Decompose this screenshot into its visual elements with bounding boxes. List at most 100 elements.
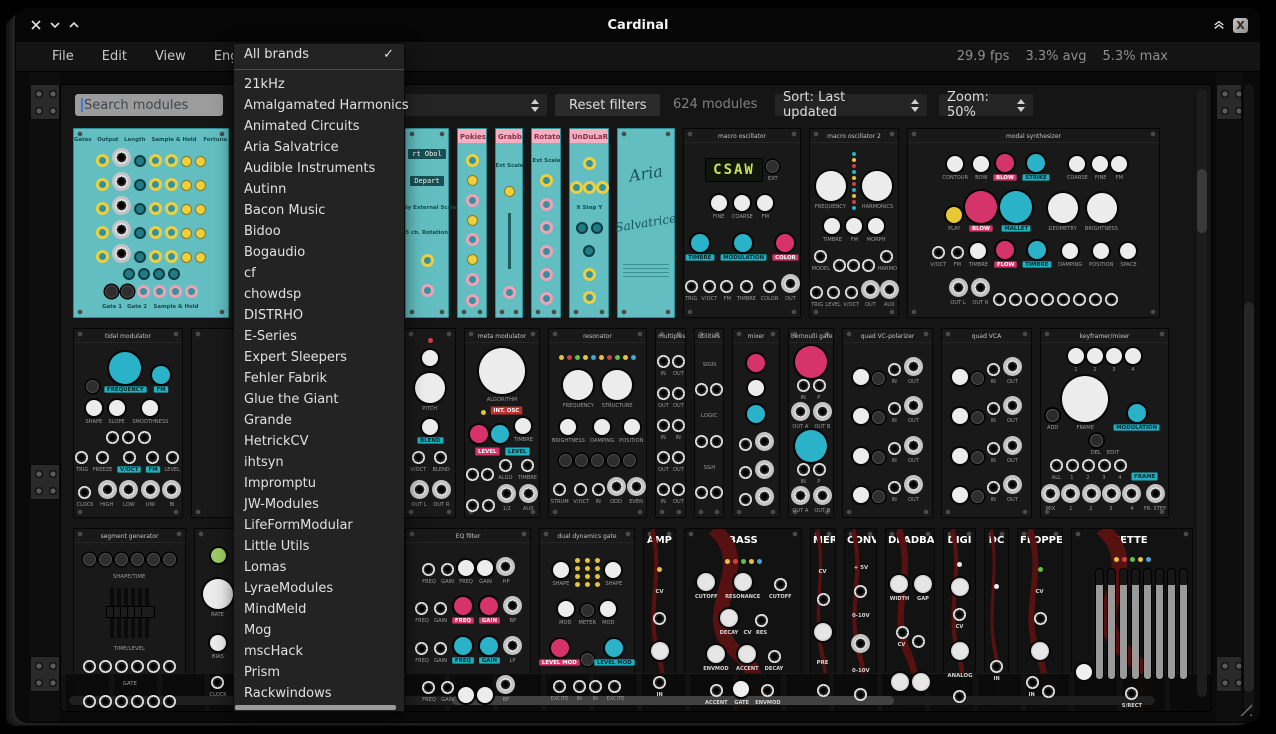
module-card-multiples[interactable]: multiplesINOUTOUTOUTININOUTOUTINOUT [655,328,686,518]
jack: IN [888,481,901,503]
jack [851,634,870,653]
module-card-utilities[interactable]: utilitiesSIGNLOGICS&H [694,328,724,518]
module-card-amp[interactable]: AMPCVIN [643,528,676,712]
brand-menu-item[interactable]: LyraeModules [234,578,404,599]
knob: WIDTH [888,575,911,602]
brand-menu-item[interactable]: Aria Salvatrice [234,137,404,158]
brand-menu-item[interactable]: Bacon Music [234,200,404,221]
module-card-bass[interactable]: BASSCUTOFFRESONANCECUTOFFDECAYCVRESENVMO… [684,528,802,712]
brand-menu-item[interactable]: LifeFormModular [234,515,404,536]
module-card-resonator[interactable]: resonatorFREQUENCYSTRUCTUREBRIGHTNESSDAM… [548,328,647,518]
brand-menu-item[interactable]: HetrickCV [234,431,404,452]
brand-menu-item[interactable]: Expert Sleepers [234,347,404,368]
browser-vertical-scrollbar[interactable] [1197,89,1207,697]
module-card-pokies[interactable]: Pokies [457,128,487,318]
brand-menu-item[interactable]: ihtsyn [234,452,404,473]
brand-menu-item[interactable]: Mog [234,620,404,641]
brand-menu-item[interactable]: Fehler Fabrik [234,368,404,389]
jack: OUT [904,436,923,464]
module-card-mixer[interactable]: mixer [732,328,780,518]
search-input[interactable]: Search modules [75,94,223,116]
module-card-macro-oscillator[interactable]: macro oscillatorCSAWEXTFINECOARSEFMTIMBR… [683,128,801,318]
brand-menu-item[interactable]: Bogaudio [234,242,404,263]
module-card[interactable]: GatesOutputLengthSample & HoldFortunaGat… [73,128,229,318]
zoom-dropdown[interactable]: Zoom: 50% [939,94,1033,116]
module-card-mera[interactable]: MERACVPRE [810,528,836,712]
brand-menu-item[interactable]: Animated Circuits [234,116,404,137]
double-chevron-up-icon[interactable] [1213,19,1225,31]
rack-vertical-scrollbar[interactable] [1244,84,1254,712]
module-card[interactable]: PITCHBLENDV/OCTBLENDOUT LOUT R [404,328,456,518]
jack: COLOR [760,280,779,302]
knob [181,156,192,167]
button: ADD [1046,409,1059,431]
jack: AUX [519,484,538,512]
module-card-macro-oscillator-2[interactable]: macro oscillator 2FREQUENCYHARMONICSTIMB… [809,128,899,318]
module-card-flopper[interactable]: FLOPPERCVIN [1017,528,1063,712]
module-card-jette[interactable]: JETTES/RECT [1071,528,1193,712]
knob [795,346,827,378]
module-card-conv[interactable]: CONV+ 5V0-10V0-10V [844,528,877,712]
knob: FREQUENCY [812,171,849,210]
sort-dropdown[interactable]: Sort: Last updated [775,94,927,116]
module-card-dual-dynamics-gate[interactable]: dual dynamics gateSHAPESHAPEMODMETERMODL… [539,528,635,712]
module-card-modal-synthesizer[interactable]: modal synthesizerCONTOURBOWBLOWSTRIKECOA… [907,128,1160,318]
jack: 3 [1103,484,1120,512]
module-card[interactable]: rt ObolDepartPoly External Scale5 ch. Ro… [405,128,449,318]
module-card-meta-modulator[interactable]: meta modulatorALGORITHMINT. OSCTIMBRELEV… [464,328,540,518]
brand-menu-scrollbar[interactable] [235,705,396,710]
brand-menu-item[interactable]: JW-Modules [234,494,404,515]
menu-file[interactable]: File [38,45,88,68]
jack [99,660,112,673]
brand-menu-item[interactable]: Amalgamated Harmonics [234,95,404,116]
brand-menu-item[interactable]: Audible Instruments [234,158,404,179]
module-card-digi[interactable]: DIGICVANALOG [943,528,976,712]
module-card[interactable]: AriaSalvatrice [617,128,675,318]
module-card-rotatoes[interactable]: RotatoesExt Scale [531,128,561,318]
menu-edit[interactable]: Edit [88,45,141,68]
module-card-quad-vca[interactable]: quad VCAINOUTINOUTINOUTINOUT [941,328,1032,518]
performance-stats: 29.9 fps 3.3% avg 5.3% max [957,49,1168,64]
brand-menu-item[interactable]: Grande [234,410,404,431]
brand-menu-item[interactable]: mscHack [234,641,404,662]
brand-menu-item[interactable]: E-Series [234,326,404,347]
knob: COARSE [730,195,755,220]
jack [739,438,752,451]
module-card-eq-filter[interactable]: EQ filterFREQGAINFREQGAINHPFREQGAINFREQG… [405,528,531,712]
browser-vertical-scrollbar-thumb[interactable] [1197,169,1207,233]
brand-menu-item[interactable]: Rackwindows [234,683,404,704]
module-card-tidal-modulator[interactable]: tidal modulatorFREQUENCYFMSHAPESLOPESMOO… [73,328,183,518]
module-title: macro oscillator [684,129,800,143]
reset-filters-button[interactable]: Reset filters [555,94,660,116]
knob: BRIGHTNESS [1082,193,1121,232]
brand-menu-item[interactable]: Lomas [234,557,404,578]
jack [739,466,752,479]
brand-menu-item[interactable]: MindMeld [234,599,404,620]
rack-vertical-scrollbar-thumb[interactable] [1244,302,1254,692]
brand-menu-item[interactable]: Bidoo [234,221,404,242]
knob [853,369,869,385]
knob [181,180,192,191]
module-card-bernoulli-gate[interactable]: bernoulli gateINPOUT AOUT BINPOUT AOUT B [788,328,834,518]
brand-menu-item[interactable]: Glue the Giant [234,389,404,410]
brand-menu-item[interactable]: 21kHz [234,74,404,95]
brand-menu-item[interactable]: Little Utils [234,536,404,557]
brand-menu-item-all[interactable]: All brands ✓ [234,44,404,65]
knob [571,181,581,194]
module-card-segment-generator[interactable]: segment generatorSHAPE/TIMETIME/LEVELGAT… [73,528,186,712]
brand-menu-item[interactable]: cf [234,263,404,284]
module-card-undular[interactable]: UnDuLaRX Step Y [569,128,609,318]
brand-menu-item[interactable]: DISTRHO [234,305,404,326]
module-card-grabby[interactable]: GrabbyExt Scale [495,128,523,318]
jack: OUT [1003,475,1022,503]
module-card-keyframer-mixer[interactable]: keyframer/mixer1234ADDFRAMEMODULATIONDEL… [1040,328,1169,518]
brand-menu-item[interactable]: chowdsp [234,284,404,305]
module-card-deadband[interactable]: DEADBANDWIDTHGAPCV [885,528,935,712]
module-card-quad-vc-polarizer[interactable]: quad VC-polarizerINOUTINOUTINOUTINOUT [842,328,933,518]
brand-menu-item[interactable]: Autinn [234,179,404,200]
knob [149,178,162,191]
brand-menu-item[interactable]: Prism [234,662,404,683]
menu-view[interactable]: View [141,45,200,68]
module-card-dc[interactable]: DCIN [984,528,1009,712]
brand-menu-item[interactable]: Impromptu [234,473,404,494]
